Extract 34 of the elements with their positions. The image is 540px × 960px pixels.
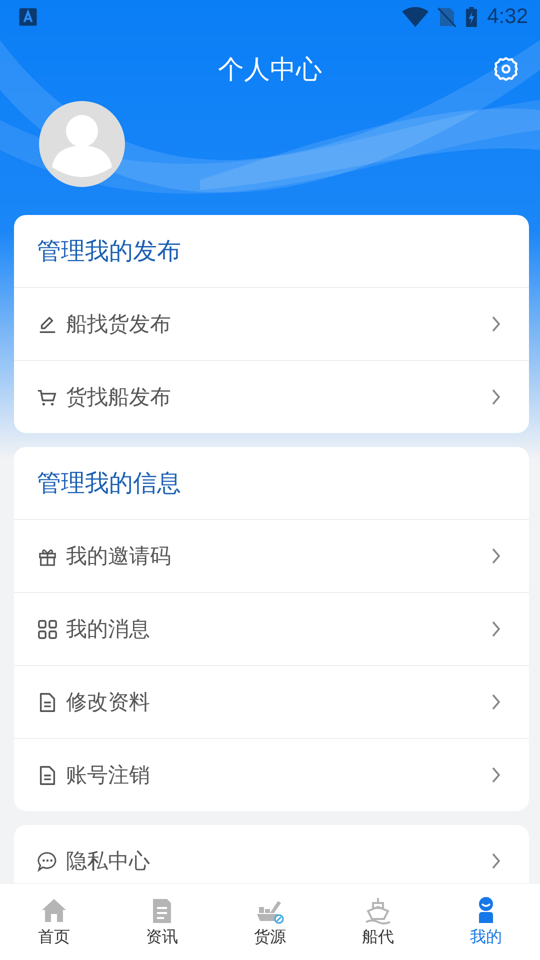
nav-tab[interactable]: 资讯 <box>108 884 216 960</box>
chevron-right-icon <box>491 548 501 564</box>
no-sim-icon <box>438 7 456 27</box>
section-title: 管理我的发布 <box>14 215 529 288</box>
home-icon <box>40 896 68 924</box>
nav-tab[interactable]: 首页 <box>0 884 108 960</box>
menu-item[interactable]: 船找货发布 <box>14 288 529 361</box>
nav-tab[interactable]: 我的 <box>432 884 540 960</box>
chevron-right-icon <box>491 694 501 710</box>
nav-tab[interactable]: 船代 <box>324 884 432 960</box>
clock: 4:32 <box>487 5 528 29</box>
menu-item[interactable]: 修改资料 <box>14 666 529 739</box>
chevron-right-icon <box>491 389 501 405</box>
page-title: 个人中心 <box>218 54 322 86</box>
chevron-right-icon <box>491 621 501 637</box>
nav-tab[interactable]: 货源 <box>216 884 324 960</box>
ship-icon <box>364 896 392 924</box>
avatar[interactable] <box>39 101 125 187</box>
chevron-right-icon <box>491 767 501 783</box>
chevron-right-icon <box>491 853 501 869</box>
battery-icon <box>466 7 478 27</box>
grid-icon <box>37 618 58 640</box>
menu-item[interactable]: 我的邀请码 <box>14 520 529 593</box>
section-title: 管理我的信息 <box>14 447 529 520</box>
settings-icon[interactable] <box>493 56 519 82</box>
menu-item[interactable]: 我的消息 <box>14 593 529 666</box>
chevron-right-icon <box>491 316 501 332</box>
wifi-icon <box>402 7 428 27</box>
document-icon <box>37 692 58 712</box>
document-icon <box>37 764 58 786</box>
menu-item[interactable]: 隐私中心 <box>14 825 529 883</box>
chat-icon <box>37 850 58 872</box>
menu-item[interactable]: 货找船发布 <box>14 361 529 433</box>
menu-item[interactable]: 账号注销 <box>14 739 529 811</box>
